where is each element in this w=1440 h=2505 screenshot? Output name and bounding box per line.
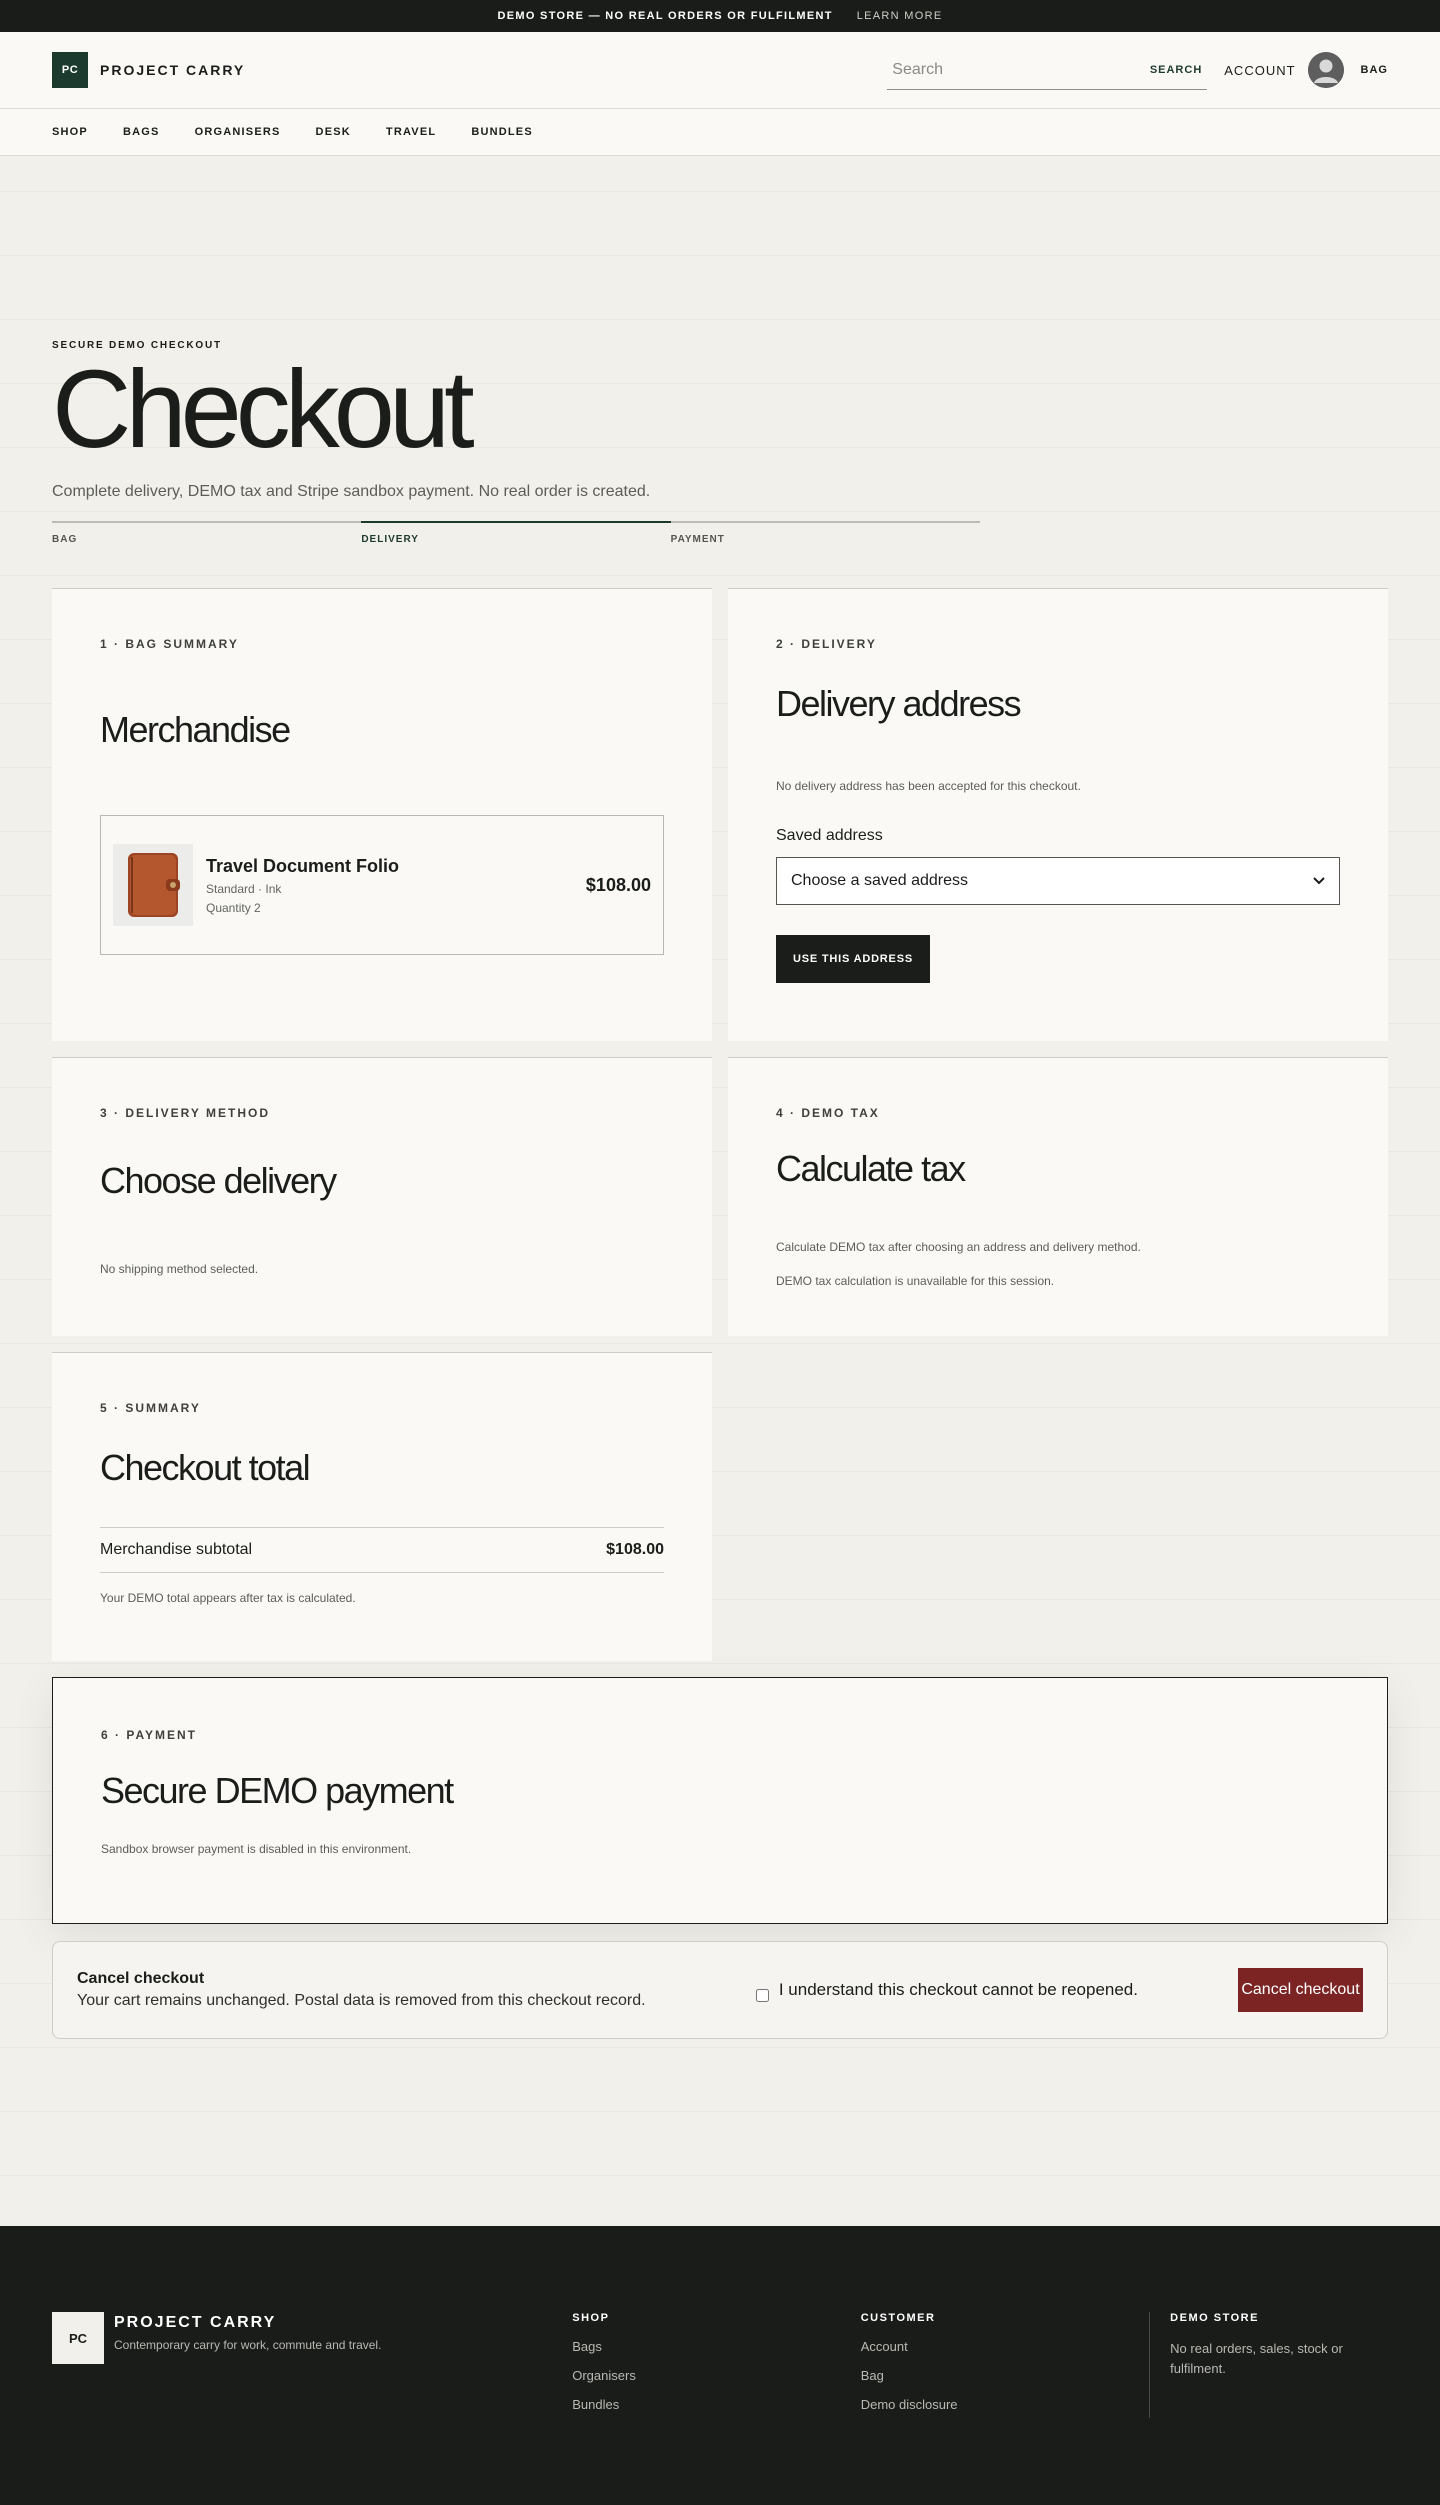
section-title: Calculate tax <box>776 1148 966 1189</box>
cancel-text: Cancel checkout Your cart remains unchan… <box>77 1970 756 2010</box>
footer-brand: PC PROJECT CARRY Contemporary carry for … <box>52 2312 572 2505</box>
footer-customer-column: CUSTOMER Account Bag Demo disclosure <box>861 2312 1149 2505</box>
use-address-button[interactable]: USE THIS ADDRESS <box>776 935 930 983</box>
user-avatar-icon[interactable] <box>1307 52 1344 88</box>
delivery-status-note: No delivery address has been accepted fo… <box>776 779 1081 793</box>
site-header: PC PROJECT CARRY SEARCH ACCOUNT BAG <box>0 32 1440 109</box>
nav-item-shop[interactable]: SHOP <box>52 126 88 138</box>
subtotal-row: Merchandise subtotal $108.00 <box>100 1527 664 1573</box>
footer-demo-notice: DEMO STORE No real orders, sales, stock … <box>1149 2312 1388 2418</box>
section-title: Checkout total <box>100 1447 311 1488</box>
section-label: 2 · DELIVERY <box>776 637 877 651</box>
delivery-method-card: 3 · DELIVERY METHOD Choose delivery No s… <box>52 1057 712 1336</box>
nav-item-desk[interactable]: DESK <box>316 126 351 138</box>
nav-item-travel[interactable]: TRAVEL <box>386 126 436 138</box>
tax-status-note: DEMO tax calculation is unavailable for … <box>776 1274 1055 1288</box>
brand-name: PROJECT CARRY <box>100 62 246 78</box>
payment-card: 6 · PAYMENT Secure DEMO payment Sandbox … <box>52 1677 1388 1924</box>
step-payment: PAYMENT <box>670 521 980 545</box>
section-title: Choose delivery <box>100 1160 337 1201</box>
footer-link-bundles[interactable]: Bundles <box>572 2397 860 2412</box>
step-delivery: DELIVERY <box>361 521 671 545</box>
brand-logo-link[interactable]: PC PROJECT CARRY <box>52 52 245 88</box>
total-note: Your DEMO total appears after tax is cal… <box>100 1591 356 1605</box>
saved-address-value: Choose a saved address <box>791 872 968 889</box>
product-name: Travel Document Folio <box>206 855 400 876</box>
section-title: Secure DEMO payment <box>101 1770 454 1811</box>
nav-item-bags[interactable]: BAGS <box>123 126 160 138</box>
section-label: 6 · PAYMENT <box>101 1728 198 1742</box>
saved-address-label: Saved address <box>776 827 883 844</box>
nav-item-bundles[interactable]: BUNDLES <box>471 126 533 138</box>
learn-more-link[interactable]: LEARN MORE <box>857 10 943 22</box>
step-bag: BAG <box>52 521 362 545</box>
bag-link[interactable]: BAG <box>1361 64 1388 76</box>
search-button[interactable]: SEARCH <box>1150 64 1202 76</box>
shipping-status-note: No shipping method selected. <box>100 1262 259 1276</box>
footer-customer-heading: CUSTOMER <box>860 2312 936 2324</box>
cart-item-info: Travel Document Folio Standard · Ink Qua… <box>206 856 586 915</box>
bag-summary-card: 1 · BAG SUMMARY Merchandise Travel Docum… <box>52 588 712 1041</box>
tax-instruction-note: Calculate DEMO tax after choosing an add… <box>776 1240 1141 1254</box>
section-label: 1 · BAG SUMMARY <box>100 637 239 651</box>
checkout-main: SECURE DEMO CHECKOUT Checkout Complete d… <box>0 156 1440 2039</box>
search-bar: SEARCH <box>887 50 1208 90</box>
footer-tagline: Contemporary carry for work, commute and… <box>114 2338 382 2352</box>
checkout-summary-card: 5 · SUMMARY Checkout total Merchandise s… <box>52 1352 712 1661</box>
cancel-acknowledge-checkbox[interactable] <box>755 1988 769 2002</box>
chevron-down-icon <box>1313 872 1325 890</box>
nav-item-organisers[interactable]: ORGANISERS <box>195 126 281 138</box>
cancel-acknowledge-label: I understand this checkout cannot be reo… <box>778 1980 1138 1999</box>
page-subtitle: Complete delivery, DEMO tax and Stripe s… <box>52 483 651 500</box>
section-title: Delivery address <box>776 683 1022 724</box>
footer-shop-heading: SHOP <box>572 2312 610 2324</box>
checkout-steps: BAG DELIVERY PAYMENT <box>52 521 980 545</box>
announcement-text: DEMO STORE — NO REAL ORDERS OR FULFILMEN… <box>497 10 833 22</box>
cancel-checkout-button[interactable]: Cancel checkout <box>1238 1968 1363 2012</box>
account-link[interactable]: ACCOUNT <box>1224 63 1295 78</box>
product-price: $108.00 <box>585 874 651 895</box>
footer-link-account[interactable]: Account <box>861 2339 1149 2354</box>
demo-tax-card: 4 · DEMO TAX Calculate tax Calculate DEM… <box>728 1057 1388 1336</box>
product-quantity: Quantity 2 <box>206 900 261 915</box>
footer-logo-mark: PC <box>52 2312 104 2364</box>
footer-link-organisers[interactable]: Organisers <box>572 2368 860 2383</box>
subtotal-label: Merchandise subtotal <box>100 1541 253 1558</box>
header-actions: SEARCH ACCOUNT BAG <box>887 50 1388 90</box>
checkout-sections: 1 · BAG SUMMARY Merchandise Travel Docum… <box>52 588 1388 1661</box>
logo-mark: PC <box>52 52 88 88</box>
footer-demo-text: No real orders, sales, stock or fulfilme… <box>1170 2341 1343 2376</box>
cancel-title: Cancel checkout <box>77 1970 205 1987</box>
cancel-acknowledge[interactable]: I understand this checkout cannot be reo… <box>755 1979 1138 2002</box>
payment-status-note: Sandbox browser payment is disabled in t… <box>101 1842 412 1856</box>
folio-product-image <box>113 844 193 926</box>
footer-demo-heading: DEMO STORE <box>1170 2312 1259 2324</box>
section-title: Merchandise <box>100 709 291 750</box>
footer-link-demo-disclosure[interactable]: Demo disclosure <box>861 2397 1149 2412</box>
footer-shop-column: SHOP Bags Organisers Bundles <box>572 2312 860 2505</box>
section-label: 4 · DEMO TAX <box>776 1106 880 1120</box>
footer-brand-name: PROJECT CARRY <box>114 2314 277 2331</box>
product-variant: Standard · Ink <box>206 881 282 896</box>
cancel-checkout-panel: Cancel checkout Your cart remains unchan… <box>52 1941 1388 2039</box>
delivery-address-card: 2 · DELIVERY Delivery address No deliver… <box>728 588 1388 1041</box>
main-nav: SHOP BAGS ORGANISERS DESK TRAVEL BUNDLES <box>0 109 1440 156</box>
cart-item: Travel Document Folio Standard · Ink Qua… <box>100 815 664 955</box>
footer-link-bags[interactable]: Bags <box>572 2339 860 2354</box>
section-label: 5 · SUMMARY <box>100 1401 201 1415</box>
section-label: 3 · DELIVERY METHOD <box>100 1106 271 1120</box>
announcement-bar: DEMO STORE — NO REAL ORDERS OR FULFILMEN… <box>0 0 1440 32</box>
site-footer: PC PROJECT CARRY Contemporary carry for … <box>0 2226 1440 2505</box>
cancel-description: Your cart remains unchanged. Postal data… <box>77 1992 646 2009</box>
search-input[interactable] <box>892 60 1113 79</box>
subtotal-value: $108.00 <box>606 1541 664 1558</box>
page-title: Checkout <box>52 348 475 471</box>
saved-address-select[interactable]: Choose a saved address <box>776 857 1340 905</box>
footer-link-bag[interactable]: Bag <box>861 2368 1149 2383</box>
